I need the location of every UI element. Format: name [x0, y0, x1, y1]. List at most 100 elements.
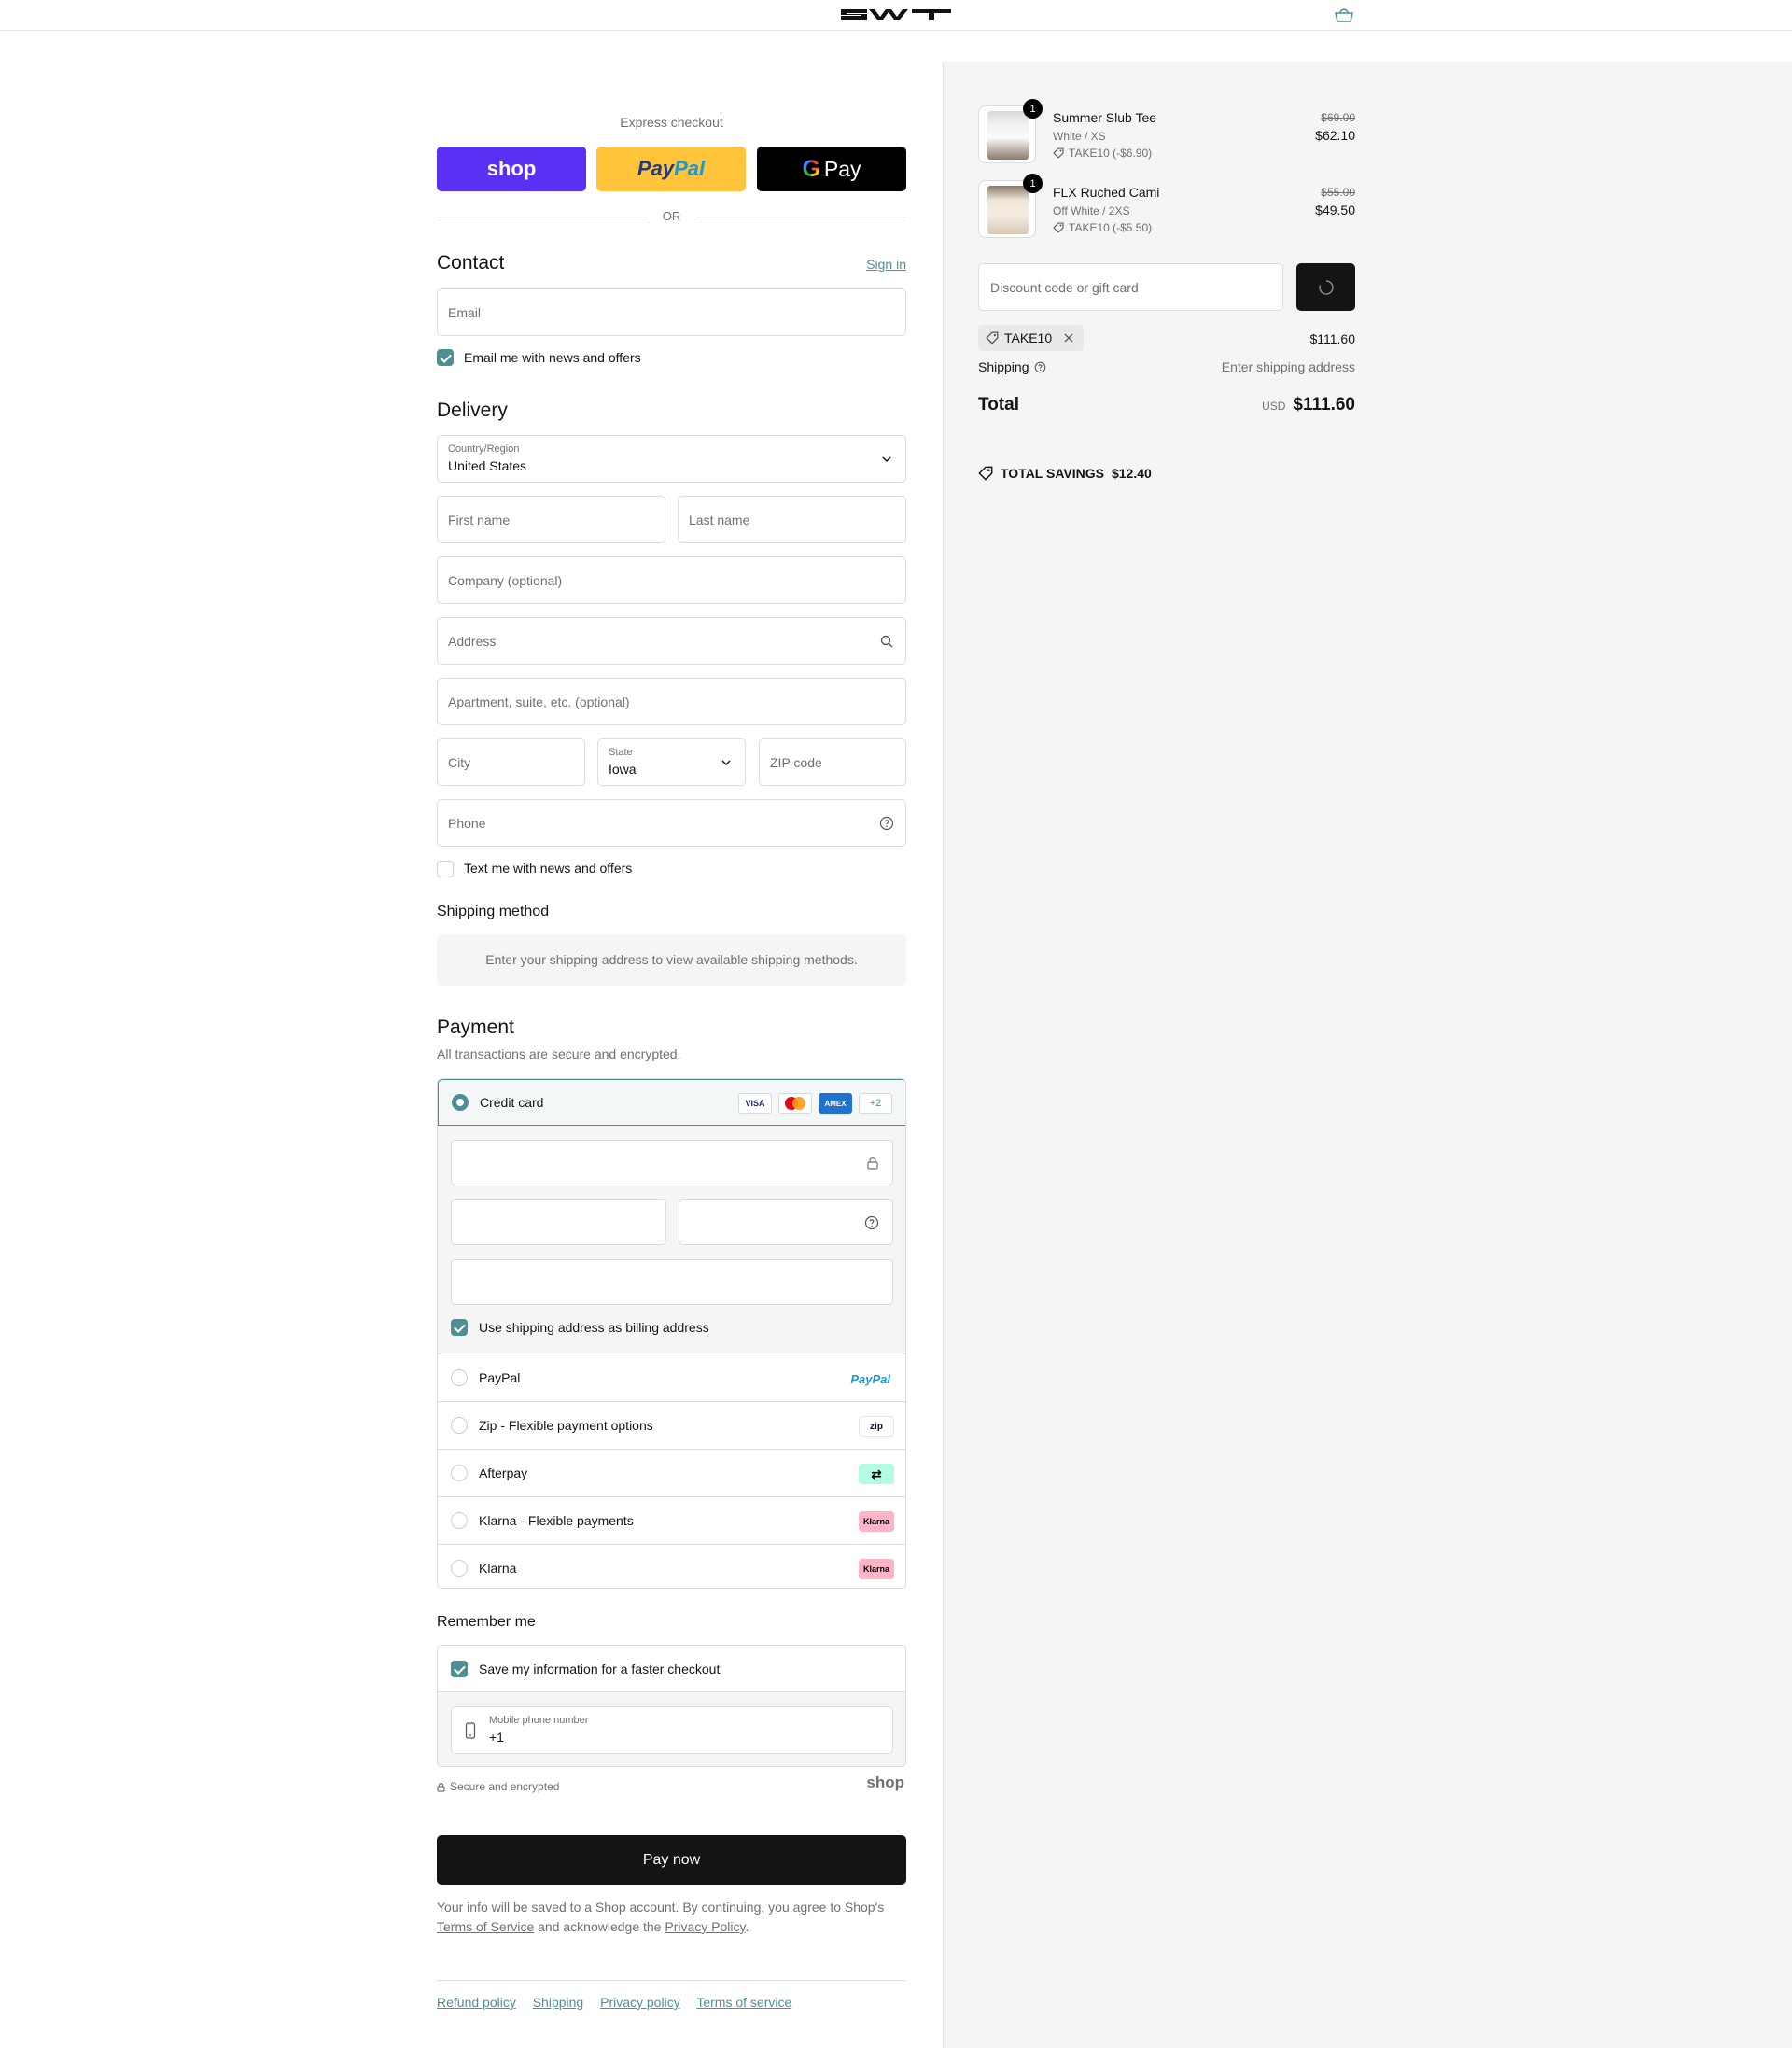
total-savings-label: TOTAL SAVINGS — [1001, 466, 1104, 481]
phone-field[interactable] — [437, 799, 906, 847]
delivery-title: Delivery — [437, 400, 508, 421]
total-label: Total — [978, 395, 1019, 414]
zip-radio[interactable] — [451, 1417, 468, 1434]
swt-logo[interactable] — [839, 7, 953, 21]
company-field[interactable] — [437, 556, 906, 604]
paypal-button[interactable]: Pay Pal — [596, 147, 746, 191]
billing-address-checkbox[interactable] — [451, 1319, 468, 1336]
chevron-down-icon — [882, 456, 891, 463]
last-name-field[interactable] — [678, 496, 906, 543]
first-name-input[interactable] — [448, 512, 654, 527]
payment-methods: Credit card VISA AMEX +2 Use shipping ad… — [437, 1078, 906, 1589]
original-price: $69.00 — [1321, 111, 1355, 124]
klarna-flexible-radio[interactable] — [451, 1512, 468, 1529]
paypal-radio[interactable] — [451, 1369, 468, 1386]
google-pay-label: Pay — [823, 156, 861, 181]
remember-me-title: Remember me — [437, 1614, 536, 1630]
zip-field[interactable] — [759, 738, 906, 786]
subtotal-value: $111.60 — [1309, 331, 1355, 346]
country-value: United States — [448, 458, 527, 473]
phone-input[interactable] — [448, 815, 895, 831]
country-select[interactable]: Country/Region United States — [437, 435, 906, 483]
address-field[interactable] — [437, 617, 906, 665]
refund-policy-link[interactable]: Refund policy — [437, 1995, 516, 2010]
shop-account-disclaimer: Your info will be saved to a Shop accoun… — [437, 1898, 906, 1937]
discounted-price: $49.50 — [1315, 203, 1355, 217]
state-value: Iowa — [609, 762, 637, 777]
apply-discount-button[interactable] — [1296, 263, 1355, 311]
credit-card-option[interactable]: Credit card VISA AMEX +2 — [438, 1079, 905, 1126]
privacy-policy-link[interactable]: Privacy policy — [600, 1995, 680, 2010]
payment-subtitle: All transactions are secure and encrypte… — [437, 1046, 681, 1061]
footer-links: Refund policy Shipping Privacy policy Te… — [437, 1995, 805, 2010]
shop-pay-button[interactable]: shop — [437, 147, 586, 191]
bag-icon[interactable] — [1333, 7, 1355, 23]
state-select[interactable]: State Iowa — [597, 738, 746, 786]
card-number-field[interactable] — [451, 1140, 893, 1185]
tag-icon — [1053, 147, 1064, 159]
city-input[interactable] — [448, 754, 574, 770]
discount-code-field[interactable] — [978, 263, 1283, 311]
total-value: $111.60 — [1293, 395, 1355, 414]
billing-address-label: Use shipping address as billing address — [479, 1320, 709, 1335]
product-image — [987, 111, 1029, 160]
save-info-checkbox[interactable] — [451, 1661, 468, 1677]
security-code-field[interactable] — [679, 1199, 893, 1245]
klarna-radio[interactable] — [451, 1560, 468, 1577]
first-name-field[interactable] — [437, 496, 665, 543]
address-input[interactable] — [448, 633, 895, 649]
payment-title: Payment — [437, 1017, 514, 1038]
paypal-option[interactable]: PayPal PayPal — [438, 1354, 905, 1402]
shipping-row: Shipping — [978, 359, 1046, 374]
apartment-input[interactable] — [448, 694, 895, 709]
city-field[interactable] — [437, 738, 585, 786]
name-on-card-field[interactable] — [451, 1259, 893, 1305]
mobile-phone-label: Mobile phone number — [489, 1715, 589, 1726]
shop-pay-label: shop — [486, 157, 537, 180]
total-savings-value: $12.40 — [1111, 466, 1152, 481]
mobile-phone-area: Mobile phone number +1 — [438, 1692, 905, 1766]
mobile-phone-value: +1 — [489, 1730, 504, 1745]
help-circle-icon[interactable] — [879, 816, 894, 831]
pay-now-button[interactable]: Pay now — [437, 1835, 906, 1885]
google-pay-button[interactable]: G Pay — [757, 147, 906, 191]
quantity-badge: 1 — [1023, 99, 1043, 119]
mobile-phone-field[interactable]: Mobile phone number +1 — [451, 1706, 893, 1754]
save-info-label: Save my information for a faster checkou… — [479, 1662, 721, 1676]
afterpay-radio[interactable] — [451, 1465, 468, 1481]
shop-privacy-link[interactable]: Privacy Policy — [665, 1919, 745, 1934]
company-input[interactable] — [448, 572, 895, 588]
loading-spinner-icon — [1318, 279, 1334, 295]
afterpay-option[interactable]: Afterpay ⇄ — [438, 1450, 905, 1497]
email-input[interactable] — [448, 304, 895, 320]
klarna-flexible-option[interactable]: Klarna - Flexible payments Klarna — [438, 1497, 905, 1545]
email-field[interactable] — [437, 288, 906, 336]
terms-of-service-link[interactable]: Terms of service — [696, 1995, 791, 2010]
secure-encrypted-label: Secure and encrypted — [450, 1780, 560, 1793]
applied-discount-chip: TAKE10 — [978, 325, 1085, 351]
shipping-label: Shipping — [978, 359, 1029, 374]
text-news-checkbox[interactable] — [437, 861, 454, 877]
email-news-checkbox[interactable] — [437, 349, 454, 366]
product-image — [987, 186, 1029, 234]
credit-card-radio[interactable] — [452, 1094, 469, 1111]
help-circle-icon[interactable] — [864, 1215, 879, 1230]
help-circle-icon[interactable] — [1034, 361, 1046, 373]
expiration-date-field[interactable] — [451, 1199, 666, 1245]
shop-terms-link[interactable]: Terms of Service — [437, 1919, 534, 1934]
klarna-option[interactable]: Klarna Klarna — [438, 1545, 905, 1588]
discount-code-input[interactable] — [990, 279, 1271, 295]
email-news-label: Email me with news and offers — [464, 350, 641, 365]
save-info-row: Save my information for a faster checkou… — [438, 1646, 905, 1692]
tag-icon — [986, 331, 999, 344]
close-icon[interactable] — [1063, 332, 1074, 344]
shipping-link[interactable]: Shipping — [533, 1995, 584, 2010]
zip-input[interactable] — [770, 754, 895, 770]
zip-option[interactable]: Zip - Flexible payment options zip — [438, 1402, 905, 1450]
last-name-input[interactable] — [689, 512, 895, 527]
quantity-badge: 1 — [1023, 174, 1043, 193]
sign-in-link[interactable]: Sign in — [866, 257, 906, 272]
apartment-field[interactable] — [437, 678, 906, 725]
mastercard-icon — [778, 1093, 812, 1114]
paypal-option-label: PayPal — [479, 1370, 521, 1385]
